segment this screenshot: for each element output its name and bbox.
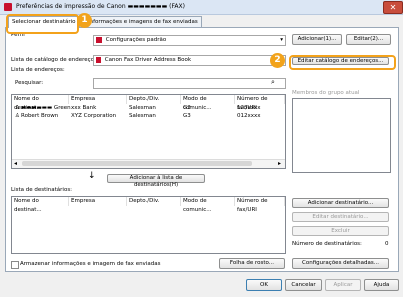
address-table[interactable]: Nome do destinat... Empresa Depto./Div. … — [11, 94, 286, 169]
cell-fax: 123xxxx — [237, 105, 261, 111]
column-header-fax-number[interactable]: Número de fax/URI — [235, 197, 285, 213]
profile-value: Configurações padrão — [105, 37, 167, 43]
address-book-list-label: Lista de catálogo de endereços: — [11, 57, 99, 63]
tab-highlight — [6, 14, 79, 34]
address-book-icon — [96, 56, 101, 63]
person-icon: ♙ — [15, 105, 20, 111]
profile-select[interactable]: Configurações padrão ▾ — [93, 35, 286, 46]
add-profile-button[interactable]: Adicionar(1)... — [292, 34, 342, 45]
group-members-label: Membros do grupo atual — [292, 90, 360, 96]
column-header-name[interactable]: Nome do destinat... — [12, 197, 69, 213]
search-label: Pesquisar: — [15, 80, 44, 86]
delete-recipient-button[interactable]: Excluir — [292, 226, 389, 236]
search-icon[interactable]: ⌕ — [271, 78, 275, 87]
callout-badge-2: 2 — [270, 53, 285, 68]
ok-button[interactable]: OK — [246, 279, 282, 291]
group-members-list[interactable] — [292, 98, 391, 173]
store-info-checkbox[interactable] — [11, 261, 19, 269]
printer-app-icon — [4, 3, 12, 11]
apply-button[interactable]: Aplicar — [325, 279, 361, 291]
add-recipient-button[interactable]: Adicionar destinatário... — [292, 198, 389, 208]
chevron-down-icon: ▾ — [280, 37, 283, 43]
recipients-table[interactable]: Nome do destinat... Empresa Depto./Div. … — [11, 196, 286, 254]
horizontal-scrollbar[interactable]: ◂ ▸ — [12, 159, 285, 168]
recipient-count-label: Número de destinatários: — [292, 241, 362, 247]
callout-badge-1: 1 — [77, 13, 92, 28]
cell-fax: 012xxxx — [237, 113, 261, 119]
edit-profile-button[interactable]: Editar(2)... — [346, 34, 391, 45]
edit-recipient-button[interactable]: Editar destinatário... — [292, 212, 389, 222]
cell-mode: G3 — [183, 105, 191, 111]
cell-name: Robert Brown — [21, 113, 59, 119]
cell-company: xxx Bank — [71, 105, 97, 111]
arrow-down-icon: ↓ — [88, 171, 96, 181]
column-header-company[interactable]: Empresa — [69, 197, 127, 206]
cell-department: Salesman — [129, 105, 156, 111]
person-icon: ♙ — [15, 113, 20, 119]
column-header-fax-number[interactable]: Número de fax/URI — [235, 95, 285, 111]
cell-mode: G3 — [183, 113, 191, 119]
column-header-company[interactable]: Empresa — [69, 95, 127, 104]
column-header-department[interactable]: Depto./Div. — [127, 197, 181, 206]
column-header-name[interactable]: Nome do destinat... — [12, 95, 69, 111]
column-header-mode[interactable]: Modo de comunic... — [181, 197, 235, 213]
edit-address-book-highlight — [289, 55, 396, 70]
cover-sheet-button[interactable]: Folha de rosto... — [219, 258, 285, 269]
close-button[interactable]: ✕ — [383, 1, 403, 14]
cell-department: Salesman — [129, 113, 156, 119]
store-info-label: Armazenar informações e imagem de fax en… — [20, 261, 161, 267]
column-header-mode[interactable]: Modo de comunic... — [181, 95, 235, 111]
scrollbar-thumb[interactable] — [22, 161, 252, 166]
recipients-list-label: Lista de destinatários: — [11, 187, 73, 193]
add-to-recipients-button[interactable]: Adicionar à lista de destinatários(H) — [107, 174, 205, 188]
table-row[interactable]: ♙ ▬▬▬▬▬▬ Green xxx Bank Salesman G3 123x… — [12, 105, 283, 113]
address-book-value: Canon Fax Driver Address Book — [104, 57, 192, 63]
window-title: Preferências de impressão de Canon ▬▬▬▬▬… — [16, 3, 185, 10]
cancel-button[interactable]: Cancelar — [285, 279, 322, 291]
detailed-settings-button[interactable]: Configurações detalhadas... — [292, 258, 389, 269]
address-list-label: Lista de endereços: — [11, 67, 65, 73]
scroll-right-icon[interactable]: ▸ — [278, 160, 281, 167]
help-button[interactable]: Ajuda — [364, 279, 399, 291]
search-input[interactable] — [93, 78, 286, 89]
address-book-select[interactable]: Canon Fax Driver Address Book ▾ — [93, 55, 286, 66]
cell-name: ▬▬▬▬▬▬ Green — [21, 105, 71, 111]
profile-icon — [96, 36, 102, 43]
title-bar: Preferências de impressão de Canon ▬▬▬▬▬… — [0, 0, 403, 15]
table-row[interactable]: ♙ Robert Brown XYZ Corporation Salesman … — [12, 113, 283, 121]
recipient-count-value: 0 — [385, 241, 389, 247]
scroll-left-icon[interactable]: ◂ — [14, 160, 17, 167]
column-header-department[interactable]: Depto./Div. — [127, 95, 181, 104]
cell-company: XYZ Corporation — [71, 113, 117, 119]
